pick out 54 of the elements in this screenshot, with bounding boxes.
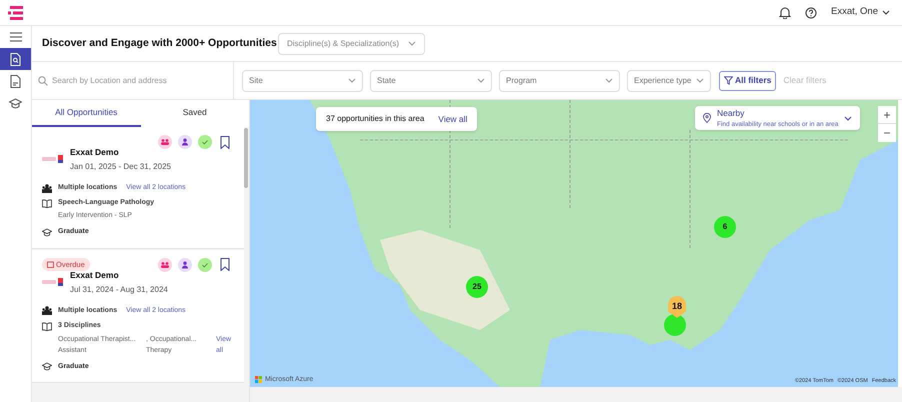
- date-range: Jan 01, 2025 - Dec 31, 2025: [70, 160, 171, 173]
- user-menu[interactable]: Exxat, One: [831, 5, 890, 20]
- scrollbar-thumb[interactable]: [244, 128, 248, 188]
- caret-icon: [605, 78, 613, 83]
- bookmark-icon[interactable]: [220, 136, 230, 148]
- caret-icon: [696, 78, 704, 83]
- document-icon: [10, 74, 21, 88]
- calendar-icon: [47, 261, 54, 268]
- bookmark-icon[interactable]: [220, 258, 230, 272]
- tab[interactable]: Saved: [140, 100, 249, 127]
- nav-item[interactable]: [0, 48, 31, 70]
- date-range: Jul 31, 2024 - Aug 31, 2024: [70, 284, 168, 296]
- person-icon: [178, 135, 192, 149]
- document-search-icon: [10, 52, 21, 66]
- filter-dropdown[interactable]: Experience type: [627, 70, 711, 92]
- page-title: Discover and Engage with 2000+ Opportunities: [42, 36, 278, 51]
- all-filters-button[interactable]: All filters: [719, 70, 776, 90]
- filter-icon: [724, 76, 733, 85]
- graduation-cap-icon: [42, 362, 52, 372]
- help-icon[interactable]: [805, 6, 817, 18]
- logo-icon: [42, 278, 64, 286]
- count-text: 37 opportunities in this area: [326, 113, 424, 125]
- group-icon: [158, 258, 172, 272]
- caret-icon: [477, 78, 485, 83]
- logo-icon: [42, 155, 64, 164]
- graduation-cap-icon: [42, 228, 52, 237]
- zoom-out-button[interactable]: −: [878, 124, 896, 142]
- zoom-in-button[interactable]: +: [878, 106, 896, 124]
- bell-icon[interactable]: [779, 6, 791, 19]
- filter-dropdown[interactable]: Site: [242, 70, 363, 92]
- location-pin-icon: [703, 113, 711, 123]
- check-icon: [198, 258, 212, 272]
- logo-icon: [8, 4, 24, 20]
- filter-dropdown[interactable]: State: [370, 70, 492, 92]
- caret-icon: [844, 116, 852, 120]
- caret-icon: [348, 78, 356, 83]
- view-all-link[interactable]: View all: [438, 112, 468, 126]
- caret-icon: [408, 41, 416, 46]
- book-icon: [42, 199, 52, 208]
- graduation-cap-icon: [9, 98, 22, 108]
- people-icon: [42, 184, 52, 192]
- book-icon: [42, 322, 52, 331]
- menu-icon: [10, 32, 22, 42]
- discipline-dropdown[interactable]: Discipline(s) & Specialization(s): [278, 32, 425, 54]
- filter-dropdown[interactable]: Program: [499, 70, 620, 92]
- caret-icon: [882, 10, 890, 15]
- check-icon: [198, 135, 212, 149]
- organization-name: Exxat Demo: [70, 268, 120, 282]
- organization-name: Exxat Demo: [70, 146, 120, 159]
- windows-logo-icon: [255, 376, 262, 384]
- search-icon: [38, 76, 48, 86]
- group-icon: [158, 135, 172, 149]
- person-icon: [178, 258, 192, 272]
- people-icon: [42, 306, 52, 316]
